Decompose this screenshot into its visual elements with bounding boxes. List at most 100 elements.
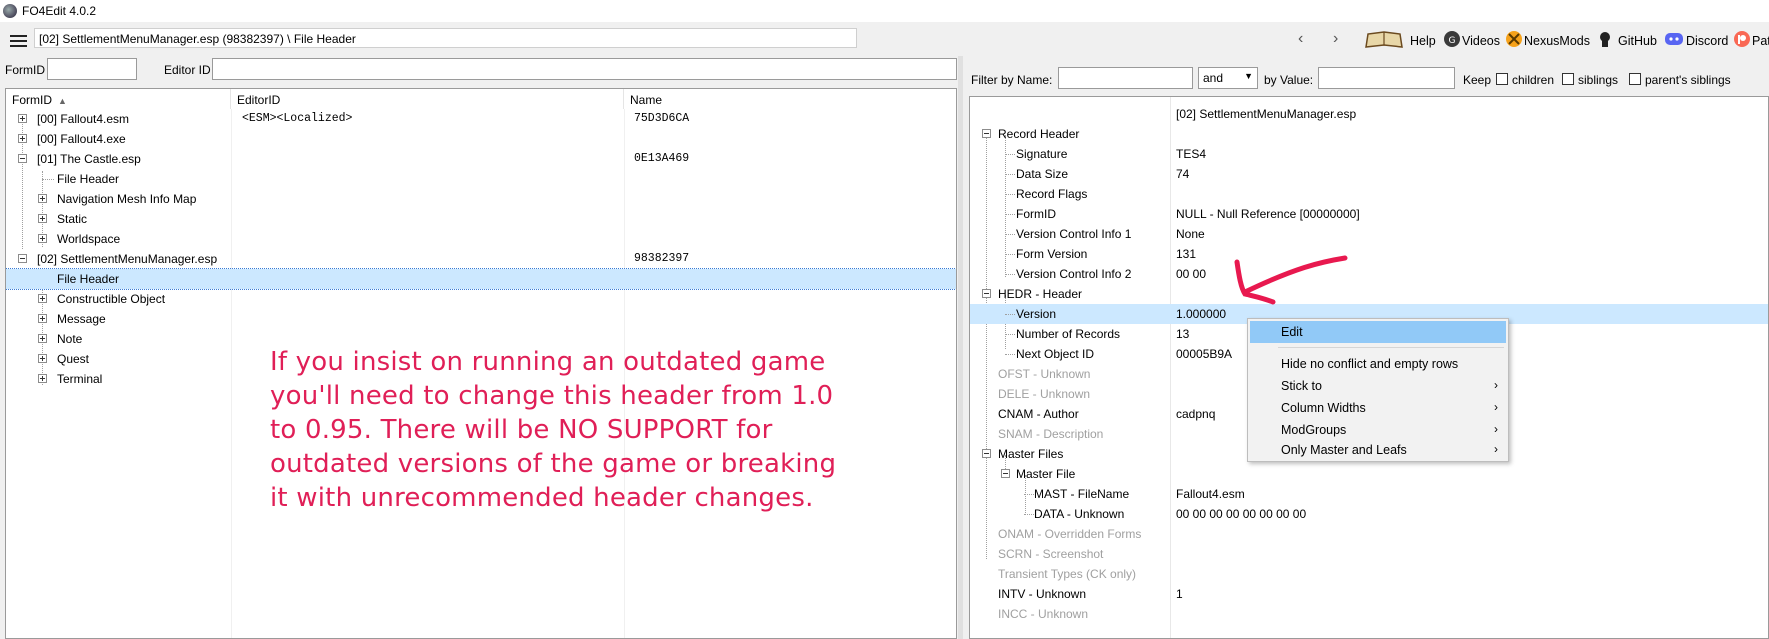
details-header-row: [02] SettlementMenuManager.esp (1176, 107, 1357, 121)
tree-row[interactable]: Navigation Mesh Info Map (6, 189, 956, 209)
menu-item-stick-to[interactable]: Stick to › (1250, 375, 1506, 397)
filter-name-input[interactable] (1058, 67, 1193, 89)
detail-row[interactable]: ONAM - Overridden Forms (970, 524, 1768, 544)
tree-row-selected[interactable]: File Header (6, 268, 956, 290)
annotation-line: If you insist on running an outdated gam… (270, 347, 826, 377)
editorid-filter-label: Editor ID (164, 63, 211, 77)
tree-row[interactable]: File Header (6, 169, 956, 189)
tree-row[interactable]: Constructible Object (6, 289, 956, 309)
detail-field-label: OFST - Unknown (998, 367, 1091, 381)
detail-field-label: CNAM - Author (998, 407, 1079, 421)
detail-field-label: INCC - Unknown (998, 607, 1089, 621)
annotation-note: If you insist on running an outdated gam… (270, 345, 910, 515)
filter-name-label: Filter by Name: (971, 73, 1053, 87)
column-header-formid[interactable]: FormID ▲ (6, 89, 231, 109)
detail-row[interactable]: HEDR - Header (970, 284, 1768, 304)
detail-field-label: Version Control Info 1 (1016, 227, 1132, 241)
detail-field-label: SCRN - Screenshot (998, 547, 1104, 561)
svg-text:G: G (1449, 36, 1456, 46)
detail-row[interactable]: FormID NULL - Null Reference [00000000] (970, 204, 1768, 224)
collapse-toggle-icon[interactable] (982, 449, 991, 458)
detail-row[interactable]: Transient Types (CK only) (970, 564, 1768, 584)
collapse-toggle-icon[interactable] (982, 289, 991, 298)
detail-row[interactable]: DATA - Unknown 00 00 00 00 00 00 00 00 (970, 504, 1768, 524)
menu-separator (1278, 347, 1504, 348)
detail-field-label: SNAM - Description (998, 427, 1104, 441)
detail-field-value: cadpnq (1176, 407, 1216, 421)
detail-field-label: DATA - Unknown (1034, 507, 1125, 521)
children-checkbox[interactable] (1496, 73, 1508, 85)
detail-row[interactable]: Version Control Info 2 00 00 (970, 264, 1768, 284)
menu-item-column-widths[interactable]: Column Widths › (1250, 397, 1506, 419)
detail-row[interactable]: Data Size 74 (970, 164, 1768, 184)
tree-row[interactable]: [00] Fallout4.exe (6, 129, 956, 149)
github-icon (1596, 30, 1616, 48)
tree-row[interactable]: [00] Fallout4.esm <ESM><Localized> 75D3D… (6, 109, 956, 129)
discord-link[interactable]: Discord (1686, 34, 1728, 48)
collapse-toggle-icon[interactable] (1001, 469, 1010, 478)
back-arrow-icon[interactable]: ‹ (1298, 30, 1303, 48)
tree-row[interactable]: Message (6, 309, 956, 329)
menu-item-hide-no-conflict[interactable]: Hide no conflict and empty rows (1250, 353, 1506, 375)
nexus-icon (1505, 30, 1525, 48)
detail-field-value: 1 (1176, 587, 1183, 601)
detail-row[interactable]: SCRN - Screenshot (970, 544, 1768, 564)
patreon-link[interactable]: Pat (1752, 34, 1769, 48)
detail-row[interactable]: MAST - FileName Fallout4.esm (970, 484, 1768, 504)
submenu-chevron-icon: › (1494, 422, 1498, 436)
tree-row[interactable]: [01] The Castle.esp 0E13A469 (6, 149, 956, 169)
annotation-line: to 0.95. There will be NO SUPPORT for (270, 415, 773, 445)
detail-field-value: 00005B9A (1176, 347, 1233, 361)
detail-row[interactable]: Record Header (970, 124, 1768, 144)
app-icon (3, 4, 17, 18)
collapse-toggle-icon[interactable] (982, 129, 991, 138)
and-or-select[interactable]: and ▼ (1198, 67, 1258, 89)
filter-value-input[interactable] (1318, 67, 1455, 89)
detail-row[interactable]: Master File (970, 464, 1768, 484)
editorid-filter-input[interactable] (212, 58, 957, 80)
window-title: FO4Edit 4.0.2 (22, 4, 97, 18)
detail-field-label: FormID (1016, 207, 1056, 221)
parents-siblings-checkbox[interactable] (1629, 73, 1641, 85)
detail-field-value: TES4 (1176, 147, 1207, 161)
videos-link[interactable]: Videos (1462, 34, 1500, 48)
nexusmods-link[interactable]: NexusMods (1524, 34, 1590, 48)
siblings-checkbox[interactable] (1562, 73, 1574, 85)
column-header-name[interactable]: Name (624, 89, 956, 109)
tree-row[interactable]: Static (6, 209, 956, 229)
detail-field-label: Master Files (998, 447, 1064, 461)
tree-row[interactable]: [02] SettlementMenuManager.esp 98382397 (6, 249, 956, 269)
menu-item-modgroups[interactable]: ModGroups › (1250, 419, 1506, 441)
menu-item-edit[interactable]: Edit (1250, 321, 1506, 343)
video-icon: G (1443, 30, 1463, 48)
detail-field-value: 00 00 (1176, 267, 1207, 281)
detail-field-label: ONAM - Overridden Forms (998, 527, 1142, 541)
tree-row[interactable]: Worldspace (6, 229, 956, 249)
detail-field-value: NULL - Null Reference [00000000] (1176, 207, 1360, 221)
patreon-icon (1733, 30, 1753, 48)
siblings-label: siblings (1578, 73, 1619, 87)
detail-row[interactable]: Version Control Info 1 None (970, 224, 1768, 244)
detail-field-value: 00 00 00 00 00 00 00 00 (1176, 507, 1307, 521)
detail-field-value: 1.000000 (1176, 307, 1227, 321)
detail-row[interactable]: INCC - Unknown (970, 604, 1768, 624)
github-link[interactable]: GitHub (1618, 34, 1657, 48)
hamburger-menu-icon[interactable] (10, 35, 27, 47)
detail-field-value: 13 (1176, 327, 1190, 341)
parents-siblings-label: parent's siblings (1645, 73, 1731, 87)
detail-field-value: 131 (1176, 247, 1197, 261)
detail-field-label: Transient Types (CK only) (998, 567, 1137, 581)
formid-filter-input[interactable] (47, 58, 137, 80)
detail-row[interactable]: INTV - Unknown 1 (970, 584, 1768, 604)
menu-item-only-master-leafs[interactable]: Only Master and Leafs › (1250, 439, 1506, 461)
detail-row[interactable]: Signature TES4 (970, 144, 1768, 164)
annotation-arrow-icon (1234, 255, 1348, 305)
column-header-editorid[interactable]: EditorID (231, 89, 624, 109)
detail-field-label: Record Header (998, 127, 1080, 141)
detail-row[interactable]: Form Version 131 (970, 244, 1768, 264)
help-link[interactable]: Help (1410, 34, 1436, 48)
detail-field-value: Fallout4.esm (1176, 487, 1245, 501)
detail-row[interactable]: Record Flags (970, 184, 1768, 204)
title-bar: FO4Edit 4.0.2 (0, 0, 1769, 22)
forward-arrow-icon[interactable]: › (1333, 30, 1338, 48)
